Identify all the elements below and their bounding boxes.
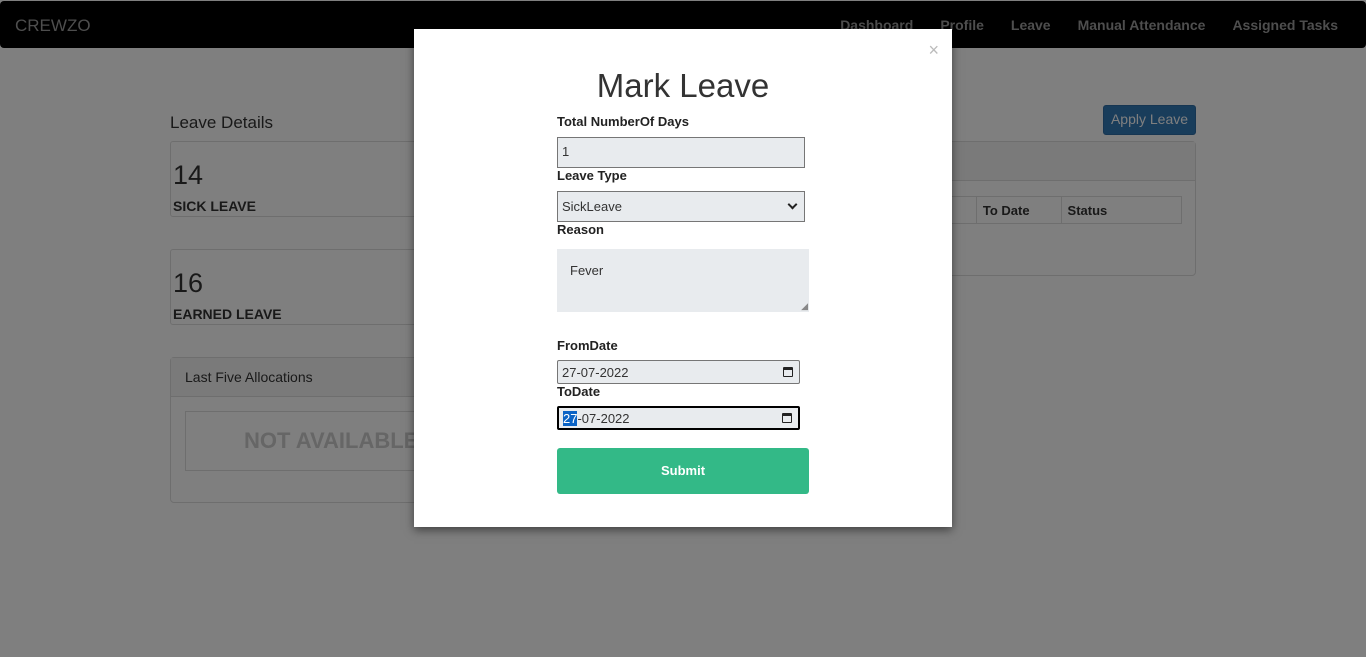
from-date-input[interactable]: 27-07-2022 — [557, 360, 800, 384]
to-date-rest: -07-2022 — [577, 410, 630, 426]
resize-grip-icon[interactable]: ◢ — [801, 302, 808, 311]
total-days-label: Total NumberOf Days — [557, 114, 689, 129]
from-date-value: 27-07-2022 — [562, 364, 629, 380]
to-date-day-selected: 27 — [563, 410, 578, 426]
leave-type-value: SickLeave — [562, 199, 622, 214]
reason-value: Fever — [570, 263, 604, 278]
chevron-down-icon — [787, 199, 798, 210]
total-days-input[interactable]: 1 — [557, 137, 805, 168]
submit-button[interactable]: Submit — [557, 448, 809, 494]
close-icon[interactable]: × — [928, 40, 939, 61]
from-date-label: FromDate — [557, 338, 618, 353]
reason-textarea[interactable]: Fever ◢ — [557, 249, 809, 312]
reason-label: Reason — [557, 222, 604, 237]
to-date-input[interactable]: 27-07-2022 — [557, 406, 800, 430]
to-date-label: ToDate — [557, 384, 601, 399]
calendar-icon[interactable] — [783, 367, 793, 377]
calendar-icon[interactable] — [782, 413, 792, 423]
mark-leave-modal: × Mark Leave Total NumberOf Days 1 Leave… — [414, 29, 952, 527]
leave-type-label: Leave Type — [557, 168, 627, 183]
modal-title: Mark Leave — [596, 67, 770, 104]
leave-type-select[interactable]: SickLeave — [557, 191, 805, 222]
to-date-value: 27-07-2022 — [563, 410, 630, 426]
